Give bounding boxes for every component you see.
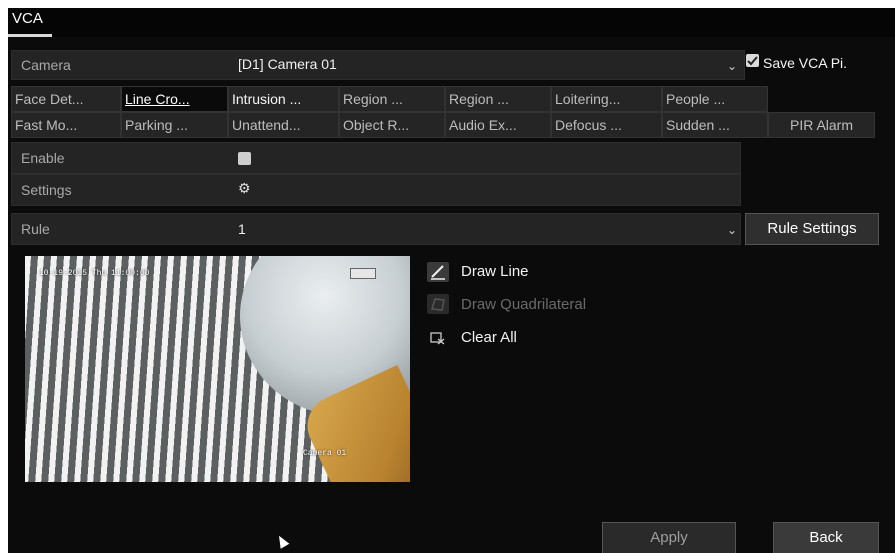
tab-intrusion[interactable]: Intrusion ... [228,86,339,112]
tab-fast-moving[interactable]: Fast Mo... [11,112,121,138]
title-underline [8,34,52,37]
save-vca-label: Save VCA Pi. [763,55,848,71]
camera-select[interactable]: [D1] Camera 01 [238,56,337,72]
video-camera-name: Camera 01 [303,449,347,458]
pencil-icon[interactable] [427,262,449,282]
gear-icon[interactable]: ⚙ [238,180,251,197]
video-status-icon [350,268,376,279]
clear-icon[interactable] [427,328,449,348]
check-icon [747,56,758,66]
camera-row: Camera [D1] Camera 01 ⌄ [11,50,745,80]
rule-settings-button[interactable]: Rule Settings [745,213,879,245]
title-bar: VCA [8,8,895,37]
video-timestamp: 10-19-2015 Thu 11:00:00 [39,269,150,278]
tab-loitering[interactable]: Loitering... [551,86,662,112]
tab-object-removal[interactable]: Object R... [339,112,445,138]
enable-checkbox[interactable] [238,152,251,165]
save-vca-checkbox[interactable] [746,54,759,67]
window-title: VCA [12,10,43,27]
rule-row: Rule 1 ⌄ [11,213,741,245]
tab-defocus[interactable]: Defocus ... [551,112,662,138]
tab-pir-alarm[interactable]: PIR Alarm [768,112,875,138]
tab-parking[interactable]: Parking ... [121,112,228,138]
rule-label: Rule [21,221,50,237]
settings-row: Settings ⚙ [11,174,741,206]
draw-line-button[interactable]: Draw Line [461,263,529,280]
tab-region-exiting[interactable]: Region ... [445,86,551,112]
chevron-down-icon[interactable]: ⌄ [727,223,737,237]
clear-all-button[interactable]: Clear All [461,329,517,346]
settings-label: Settings [21,182,72,198]
tab-region-entrance[interactable]: Region ... [339,86,445,112]
draw-quadrilateral-button: Draw Quadrilateral [461,296,587,313]
tab-sudden-scene-change[interactable]: Sudden ... [662,112,768,138]
tab-face-detection[interactable]: Face Det... [11,86,121,112]
tab-line-crossing[interactable]: Line Cro... [121,86,228,112]
tab-people-gathering[interactable]: People ... [662,86,768,112]
video-preview[interactable]: 10-19-2015 Thu 11:00:00 Camera 01 [25,256,410,482]
vca-window: VCA Camera [D1] Camera 01 ⌄ Save VCA Pi.… [8,8,895,553]
enable-label: Enable [21,150,65,166]
quadrilateral-icon [427,294,449,314]
enable-row: Enable [11,142,741,174]
rule-select[interactable]: 1 [238,221,246,237]
apply-button[interactable]: Apply [602,522,736,553]
tab-audio-exception[interactable]: Audio Ex... [445,112,551,138]
screen: VCA Camera [D1] Camera 01 ⌄ Save VCA Pi.… [0,0,895,553]
chevron-down-icon[interactable]: ⌄ [727,59,737,73]
tab-unattended-baggage[interactable]: Unattend... [228,112,339,138]
camera-label: Camera [21,57,71,73]
back-button[interactable]: Back [773,522,879,553]
